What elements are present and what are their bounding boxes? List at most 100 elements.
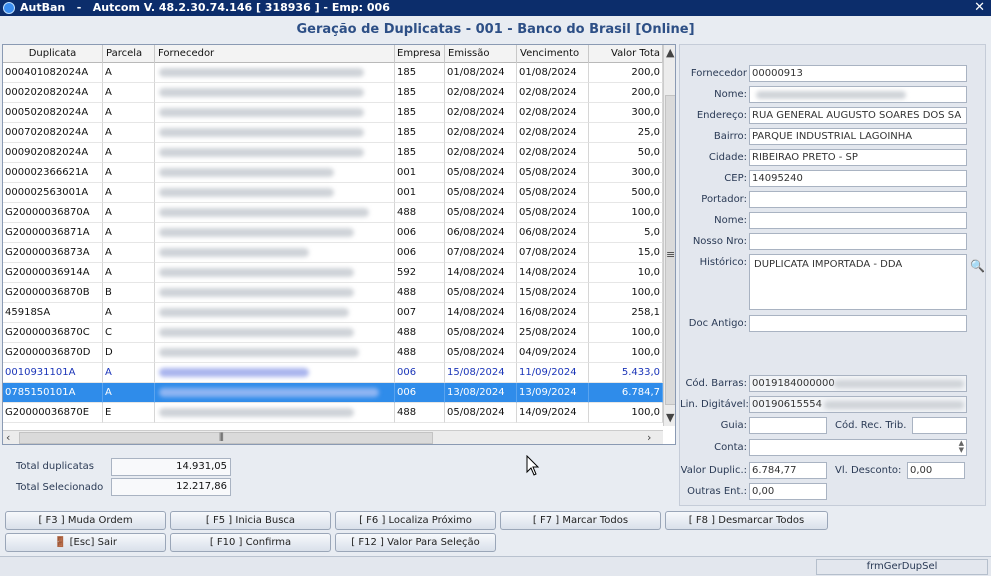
door-icon: 🚪	[53, 537, 67, 548]
confirma-button[interactable]: [ F10 ] Confirma	[170, 533, 331, 552]
spinner-icon[interactable]: ▲ ▼	[959, 440, 964, 454]
magnifier-icon[interactable]: 🔍	[970, 259, 985, 273]
sair-button[interactable]: 🚪 [Esc] Sair	[5, 533, 166, 552]
col-parcela[interactable]: Parcela	[103, 45, 155, 63]
hscroll-thumb[interactable]	[19, 432, 433, 444]
cell-ven: 25/08/2024	[517, 323, 589, 343]
historico-field[interactable]: DUPLICATA IMPORTADA - DDA	[749, 254, 967, 310]
col-valor[interactable]: Valor Tota	[589, 45, 663, 63]
table-row[interactable]: 45918SA A 007 14/08/2024 16/08/2024 258,1	[3, 303, 663, 323]
fornecedor-label: Fornecedor	[690, 68, 747, 79]
cell-emp: 185	[395, 103, 445, 123]
duplicatas-grid[interactable]: Duplicata Parcela Fornecedor Empresa Emi…	[2, 44, 676, 445]
col-duplicata[interactable]: Duplicata	[3, 45, 103, 63]
scroll-up-icon[interactable]: ▲	[666, 47, 674, 59]
cidade-field[interactable]: RIBEIRAO PRETO - SP	[749, 149, 967, 166]
portador-label: Portador:	[701, 194, 747, 205]
cell-emi: 05/08/2024	[445, 203, 517, 223]
cell-par: A	[103, 83, 155, 103]
table-row[interactable]: 000202082024A A 185 02/08/2024 02/08/2024 200…	[3, 83, 663, 103]
cep-field[interactable]: 14095240	[749, 170, 967, 187]
table-row[interactable]: G20000036870E E 488 05/08/2024 14/09/2024 100…	[3, 403, 663, 423]
cell-dup: G20000036871A	[3, 223, 103, 243]
valor-selecao-button[interactable]: [ F12 ] Valor Para Seleção	[335, 533, 496, 552]
nosso-nro-field[interactable]	[749, 233, 967, 250]
table-row[interactable]: 0010931101A A 006 15/08/2024 11/09/2024 5.433…	[3, 363, 663, 383]
col-fornecedor[interactable]: Fornecedor	[155, 45, 395, 63]
cell-dup: 000002366621A	[3, 163, 103, 183]
cell-val: 25,0	[589, 123, 663, 143]
table-row[interactable]: 000902082024A A 185 02/08/2024 02/08/2024 50,…	[3, 143, 663, 163]
cell-val: 5,0	[589, 223, 663, 243]
col-empresa[interactable]: Empresa	[395, 45, 445, 63]
cell-emi: 05/08/2024	[445, 403, 517, 423]
cod-barras-field[interactable]: 0019184000000	[749, 375, 967, 392]
table-row[interactable]: G20000036870C C 488 05/08/2024 25/08/2024 100…	[3, 323, 663, 343]
nome-field[interactable]	[749, 86, 967, 103]
cod-rec-trib-field[interactable]	[912, 417, 967, 434]
cell-emi: 13/08/2024	[445, 383, 517, 403]
scroll-left-icon[interactable]: ‹	[6, 432, 10, 444]
title-bar: AutBan - Autcom V. 48.2.30.74.146 [ 3189…	[0, 0, 991, 16]
col-vencimento[interactable]: Vencimento	[517, 45, 589, 63]
cell-dup: G20000036870E	[3, 403, 103, 423]
cell-val: 50,0	[589, 143, 663, 163]
localiza-proximo-button[interactable]: [ F6 ] Localiza Próximo	[335, 511, 496, 530]
bairro-field[interactable]: PARQUE INDUSTRIAL LAGOINHA	[749, 128, 967, 145]
cell-par: A	[103, 183, 155, 203]
fornecedor-field[interactable]: 00000913	[749, 65, 967, 82]
desmarcar-todos-button[interactable]: [ F8 ] Desmarcar Todos	[665, 511, 828, 530]
cell-fornecedor	[155, 363, 395, 383]
portador-nome-field[interactable]	[749, 212, 967, 229]
table-row[interactable]: G20000036870B B 488 05/08/2024 15/08/2024 100…	[3, 283, 663, 303]
close-icon[interactable]: ✕	[974, 0, 985, 16]
vl-desconto-field[interactable]: 0,00	[907, 462, 965, 479]
cell-dup: 000502082024A	[3, 103, 103, 123]
cell-emi: 06/08/2024	[445, 223, 517, 243]
table-row[interactable]: G20000036870A A 488 05/08/2024 05/08/2024 100…	[3, 203, 663, 223]
cell-emp: 488	[395, 323, 445, 343]
cell-par: A	[103, 143, 155, 163]
conta-select[interactable]: ▲ ▼	[749, 439, 967, 456]
cell-ven: 02/08/2024	[517, 103, 589, 123]
table-row[interactable]: G20000036914A A 592 14/08/2024 14/08/2024 10,…	[3, 263, 663, 283]
cell-fornecedor	[155, 63, 395, 83]
portador-field[interactable]	[749, 191, 967, 208]
cell-par: A	[103, 103, 155, 123]
doc-antigo-field[interactable]	[749, 315, 967, 332]
cell-dup: 0785150101A	[3, 383, 103, 403]
table-row[interactable]: 000401082024A A 185 01/08/2024 01/08/2024 200…	[3, 63, 663, 83]
cell-par: A	[103, 243, 155, 263]
marcar-todos-button[interactable]: [ F7 ] Marcar Todos	[500, 511, 661, 530]
cod-rec-trib-label: Cód. Rec. Trib.	[835, 420, 907, 431]
muda-ordem-button[interactable]: [ F3 ] Muda Ordem	[5, 511, 166, 530]
table-row[interactable]: 000002563001A A 001 05/08/2024 05/08/2024 500…	[3, 183, 663, 203]
cidade-label: Cidade:	[708, 152, 747, 163]
cod-barras-label: Cód. Barras:	[685, 378, 747, 389]
endereco-field[interactable]: RUA GENERAL AUGUSTO SOARES DOS SA	[749, 107, 967, 124]
cell-fornecedor	[155, 403, 395, 423]
col-emissao[interactable]: Emissão	[445, 45, 517, 63]
cell-emi: 05/08/2024	[445, 163, 517, 183]
cell-emp: 006	[395, 383, 445, 403]
app-logo-icon	[3, 2, 15, 14]
cell-fornecedor	[155, 123, 395, 143]
inicia-busca-button[interactable]: [ F5 ] Inicia Busca	[170, 511, 331, 530]
table-row[interactable]: G20000036873A A 006 07/08/2024 07/08/2024 15,…	[3, 243, 663, 263]
valor-duplic-label: Valor Duplic.:	[680, 465, 747, 476]
cell-emp: 001	[395, 183, 445, 203]
vertical-scrollbar[interactable]: ▲ ≡ ▼	[663, 45, 675, 426]
table-row[interactable]: 000002366621A A 001 05/08/2024 05/08/2024 300…	[3, 163, 663, 183]
horizontal-scrollbar[interactable]: ‹ ⦀ ›	[3, 430, 663, 444]
table-row[interactable]: 000502082024A A 185 02/08/2024 02/08/2024 300…	[3, 103, 663, 123]
guia-field[interactable]	[749, 417, 827, 434]
valor-duplic-field[interactable]: 6.784,77	[749, 462, 827, 479]
table-row[interactable]: G20000036870D D 488 05/08/2024 04/09/2024 100…	[3, 343, 663, 363]
outras-ent-field[interactable]: 0,00	[749, 483, 827, 500]
scroll-down-icon[interactable]: ▼	[666, 412, 674, 424]
scroll-right-icon[interactable]: ›	[647, 432, 651, 444]
table-row[interactable]: 0785150101A A 006 13/08/2024 13/09/2024 6.784…	[3, 383, 663, 403]
table-row[interactable]: 000702082024A A 185 02/08/2024 02/08/2024 25,…	[3, 123, 663, 143]
table-row[interactable]: G20000036871A A 006 06/08/2024 06/08/2024 5,0	[3, 223, 663, 243]
lin-digitavel-field[interactable]: 00190615554	[749, 396, 967, 413]
